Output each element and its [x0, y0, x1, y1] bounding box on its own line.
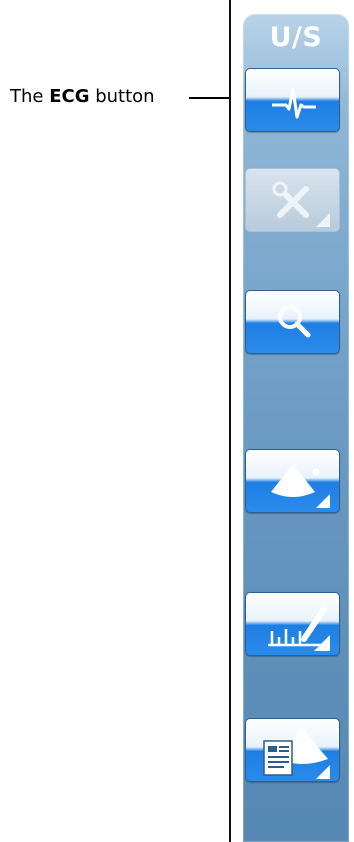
tools-button[interactable]	[245, 168, 340, 232]
callout-prefix: The	[10, 86, 50, 107]
ecg-button[interactable]	[245, 68, 340, 132]
ecg-callout-label: The ECG button	[10, 85, 155, 109]
zoom-button[interactable]	[245, 290, 340, 354]
sector-button[interactable]	[245, 449, 340, 513]
ultrasound-sector-icon	[271, 464, 330, 508]
callout-bold-term: ECG	[49, 86, 90, 107]
measure-button[interactable]	[245, 592, 340, 656]
measure-pencil-icon	[268, 606, 330, 651]
report-button[interactable]	[245, 718, 340, 782]
panel-title: U/S	[269, 22, 323, 53]
magnifier-icon	[278, 305, 311, 338]
ecg-waveform-icon	[272, 87, 316, 119]
wrench-screwdriver-icon	[272, 181, 330, 227]
report-document-icon	[263, 727, 330, 779]
callout-suffix: button	[89, 86, 155, 107]
